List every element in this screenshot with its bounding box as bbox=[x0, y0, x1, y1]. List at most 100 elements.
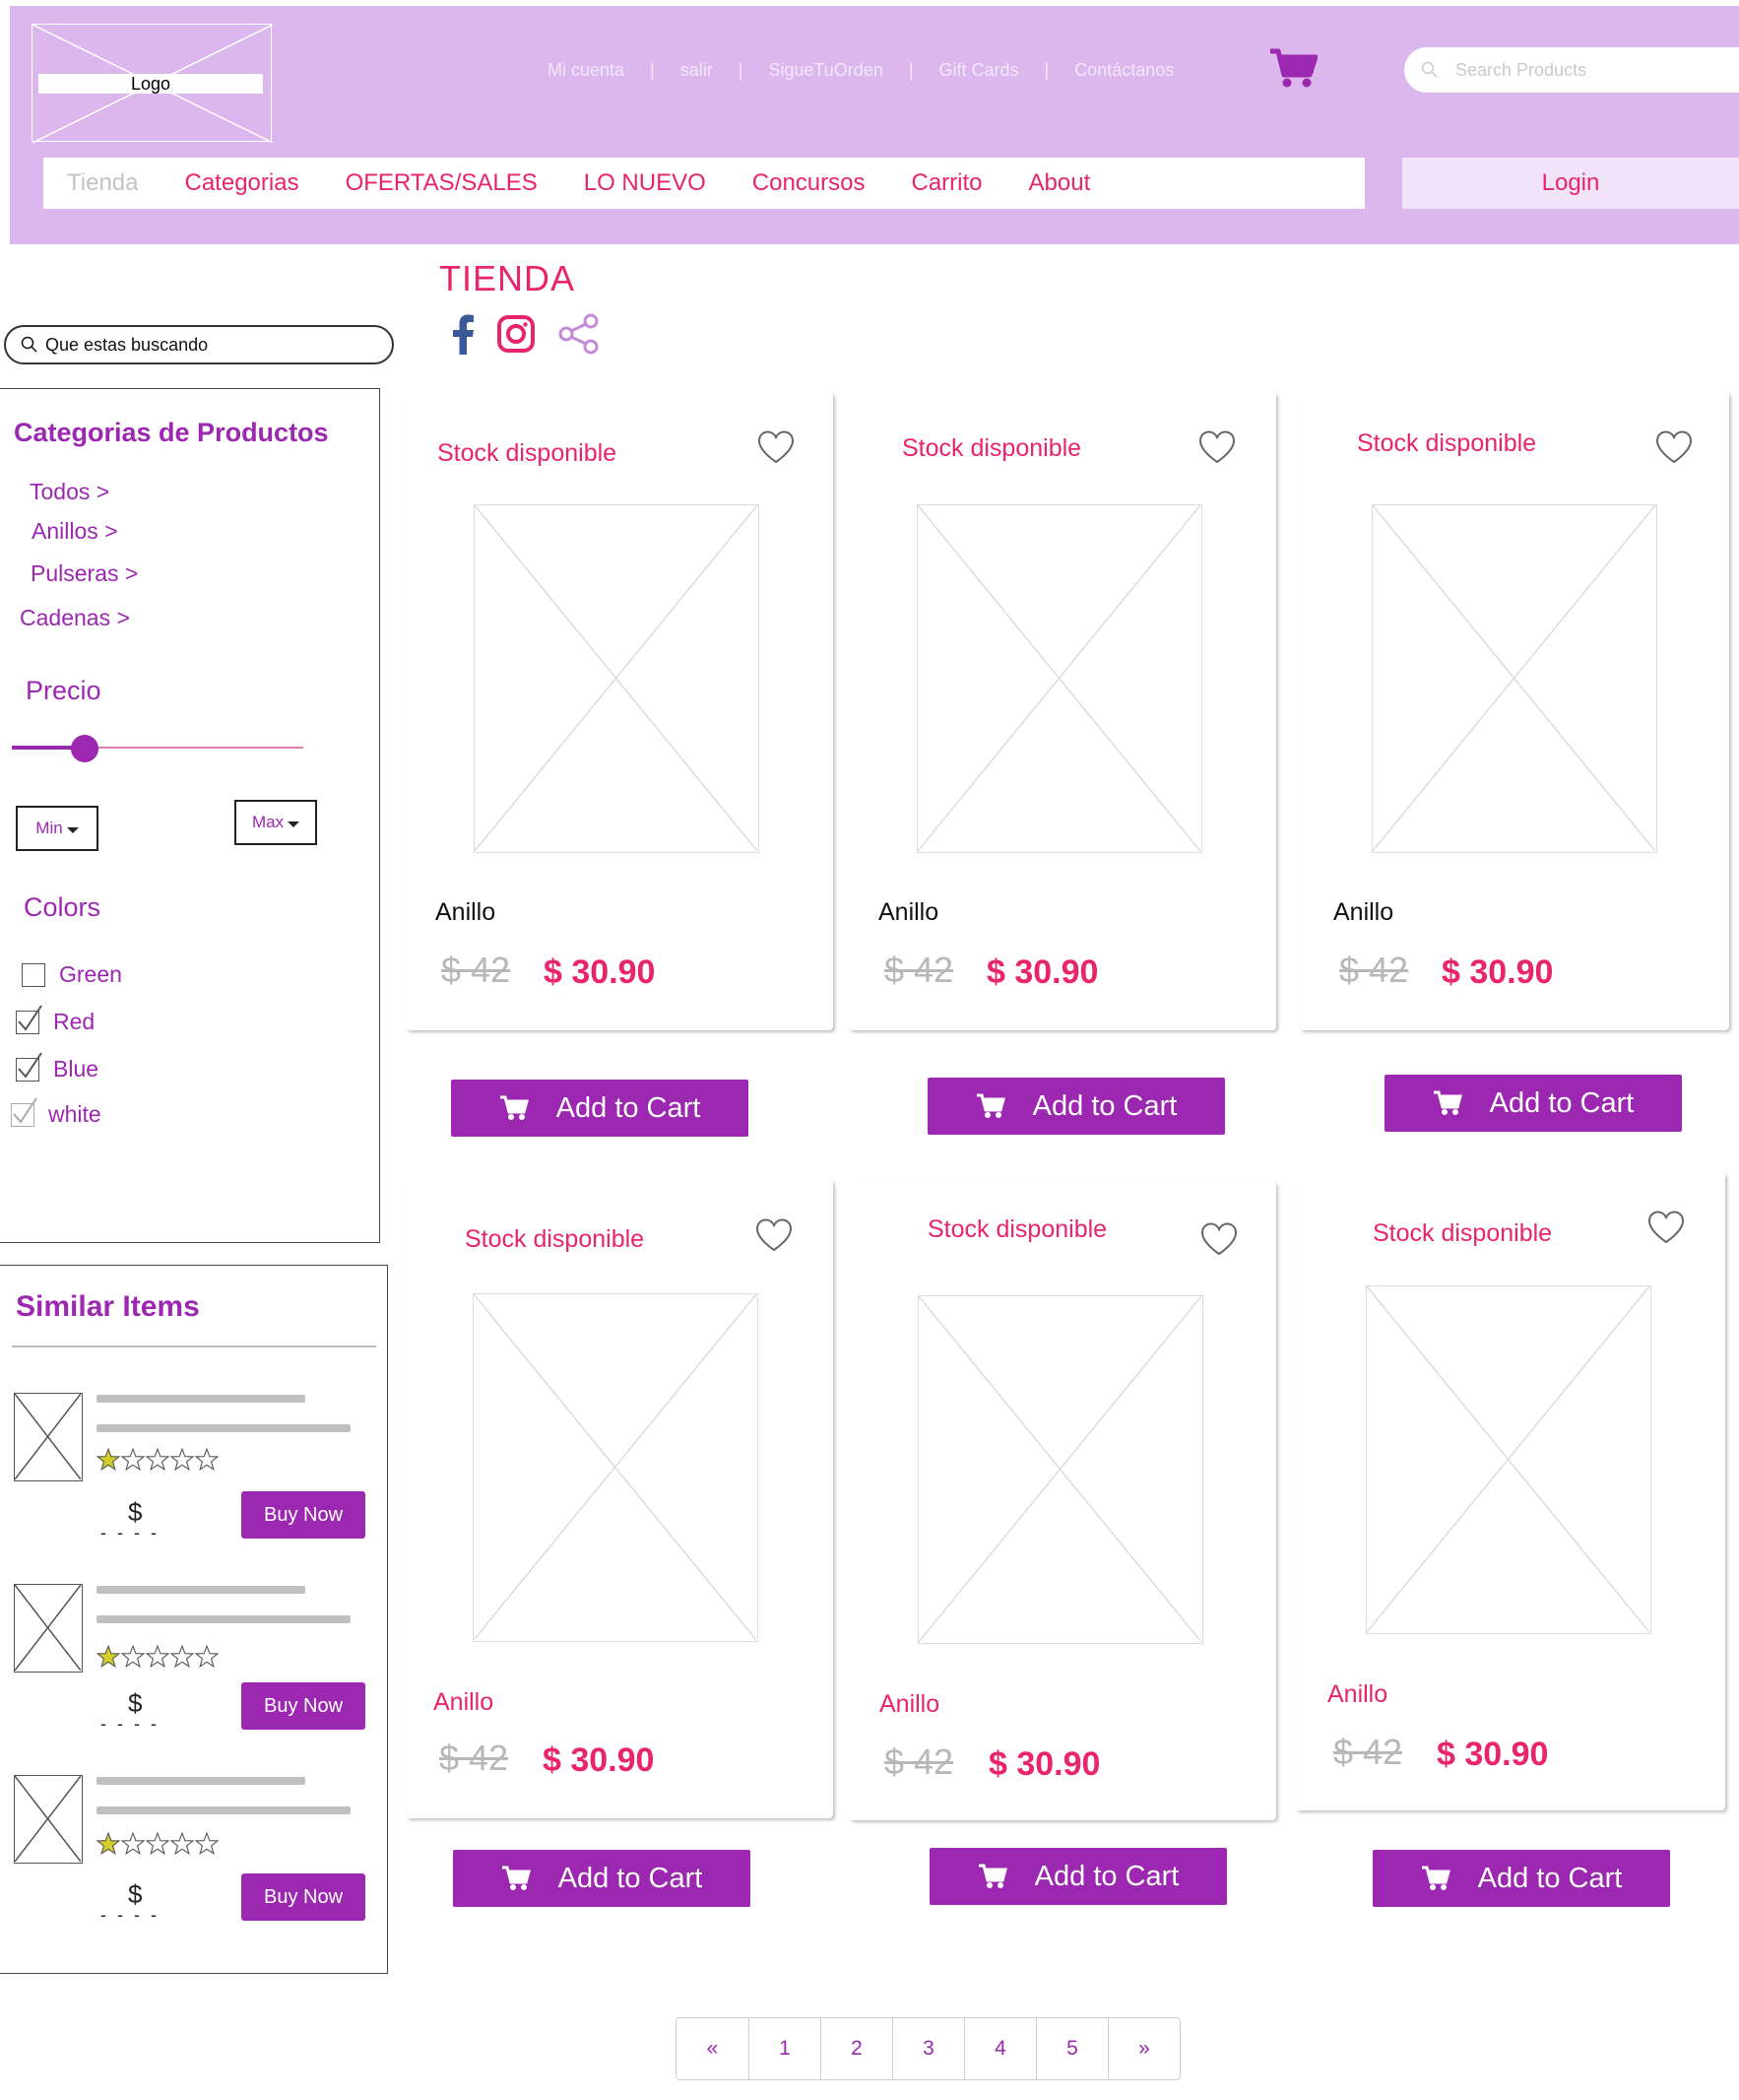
color-option-red[interactable]: Red bbox=[16, 1004, 95, 1035]
category-cadenas[interactable]: Cadenas > bbox=[20, 605, 130, 631]
add-to-cart-button[interactable]: Add to Cart bbox=[930, 1848, 1227, 1905]
add-to-cart-button[interactable]: Add to Cart bbox=[928, 1078, 1225, 1135]
heart-icon[interactable] bbox=[1646, 1210, 1686, 1245]
max-price-dropdown[interactable]: Max bbox=[234, 800, 317, 845]
share-icon[interactable] bbox=[557, 313, 601, 355]
rating-stars bbox=[96, 1447, 220, 1477]
checkbox[interactable] bbox=[22, 962, 45, 987]
add-to-cart-label: Add to Cart bbox=[1032, 1089, 1178, 1122]
add-to-cart-button[interactable]: Add to Cart bbox=[1385, 1075, 1682, 1132]
product-image[interactable] bbox=[1372, 504, 1657, 853]
pagination-page-2[interactable]: 2 bbox=[820, 2018, 892, 2079]
link-contactanos[interactable]: Contáctanos bbox=[1074, 60, 1174, 81]
color-option-white[interactable]: white bbox=[11, 1096, 101, 1128]
pagination-page-1[interactable]: 1 bbox=[748, 2018, 820, 2079]
heart-icon[interactable] bbox=[754, 1217, 794, 1253]
product-image[interactable] bbox=[918, 1295, 1203, 1644]
header-cart-button[interactable] bbox=[1268, 47, 1319, 94]
product-name: Anillo bbox=[878, 898, 939, 926]
link-salir[interactable]: salir bbox=[680, 60, 713, 81]
link-sigue-tu-orden[interactable]: SigueTuOrden bbox=[768, 60, 882, 81]
min-price-dropdown[interactable]: Min bbox=[16, 806, 98, 851]
pagination-first[interactable]: « bbox=[676, 2018, 748, 2079]
product-price: $ 30.90 bbox=[1442, 953, 1554, 991]
color-option-green[interactable]: Green bbox=[22, 961, 122, 988]
product-price: $ 30.90 bbox=[989, 1745, 1101, 1783]
nav-concursos[interactable]: Concursos bbox=[752, 169, 866, 197]
max-price-label: Max bbox=[251, 813, 285, 831]
heart-icon[interactable] bbox=[1199, 1221, 1239, 1257]
add-to-cart-button[interactable]: Add to Cart bbox=[451, 1080, 748, 1137]
product-image[interactable] bbox=[917, 504, 1202, 853]
price-placeholder: - - - - bbox=[100, 1714, 160, 1734]
category-pulseras[interactable]: Pulseras > bbox=[31, 560, 138, 587]
image-placeholder-icon bbox=[1366, 1285, 1650, 1633]
category-anillos[interactable]: Anillos > bbox=[32, 518, 118, 545]
rating-stars bbox=[96, 1644, 220, 1673]
buy-now-button[interactable]: Buy Now bbox=[241, 1873, 365, 1921]
check-icon bbox=[18, 1051, 42, 1079]
heart-icon[interactable] bbox=[1654, 429, 1694, 465]
image-placeholder-icon bbox=[473, 1293, 757, 1641]
star-icon bbox=[120, 1447, 146, 1472]
product-image[interactable] bbox=[474, 504, 759, 853]
nav-tienda[interactable]: Tienda bbox=[67, 169, 139, 197]
product-name: Anillo bbox=[433, 1688, 494, 1716]
link-separator: | bbox=[1044, 59, 1050, 80]
add-to-cart-label: Add to Cart bbox=[557, 1862, 703, 1894]
pagination-page-4[interactable]: 4 bbox=[964, 2018, 1036, 2079]
sidebar-search-input[interactable]: Que estas buscando bbox=[4, 325, 394, 364]
pagination-page-5[interactable]: 5 bbox=[1036, 2018, 1108, 2079]
category-todos[interactable]: Todos > bbox=[30, 479, 109, 505]
add-to-cart-button[interactable]: Add to Cart bbox=[1373, 1850, 1670, 1907]
checkbox[interactable] bbox=[11, 1096, 37, 1127]
product-name: Anillo bbox=[1333, 898, 1394, 926]
similar-item-thumbnail[interactable] bbox=[14, 1393, 83, 1481]
product-price: $ 30.90 bbox=[987, 953, 1099, 991]
color-label: Blue bbox=[53, 1056, 99, 1082]
color-label: Green bbox=[59, 961, 122, 987]
stock-label: Stock disponible bbox=[902, 434, 1082, 462]
add-to-cart-label: Add to Cart bbox=[1477, 1862, 1623, 1894]
login-button[interactable]: Login bbox=[1402, 158, 1739, 209]
search-icon bbox=[21, 336, 37, 353]
image-placeholder-icon bbox=[918, 1295, 1202, 1643]
pagination-page-3[interactable]: 3 bbox=[892, 2018, 964, 2079]
image-placeholder-icon bbox=[1372, 504, 1656, 852]
link-gift-cards[interactable]: Gift Cards bbox=[939, 60, 1019, 81]
heart-icon[interactable] bbox=[756, 429, 796, 465]
product-old-price: $ 42 bbox=[884, 1741, 954, 1782]
stock-label: Stock disponible bbox=[1373, 1219, 1553, 1247]
similar-item-thumbnail[interactable] bbox=[14, 1584, 83, 1673]
product-price: $ 30.90 bbox=[543, 1741, 655, 1779]
add-to-cart-button[interactable]: Add to Cart bbox=[453, 1850, 750, 1907]
star-icon bbox=[194, 1644, 220, 1669]
pagination-last[interactable]: » bbox=[1108, 2018, 1180, 2079]
product-image[interactable] bbox=[1366, 1285, 1651, 1634]
nav-about[interactable]: About bbox=[1029, 169, 1091, 197]
checkbox[interactable] bbox=[16, 1051, 42, 1082]
heart-icon[interactable] bbox=[1197, 429, 1237, 465]
nav-lo-nuevo[interactable]: LO NUEVO bbox=[584, 169, 706, 197]
buy-now-button[interactable]: Buy Now bbox=[241, 1682, 365, 1730]
product-name: Anillo bbox=[1327, 1680, 1388, 1708]
nav-categorias[interactable]: Categorias bbox=[185, 169, 299, 197]
facebook-icon[interactable] bbox=[451, 313, 475, 355]
nav-ofertas[interactable]: OFERTAS/SALES bbox=[346, 169, 538, 197]
instagram-icon[interactable] bbox=[496, 314, 536, 354]
buy-now-button[interactable]: Buy Now bbox=[241, 1491, 365, 1539]
checkbox[interactable] bbox=[16, 1004, 42, 1034]
similar-item-thumbnail[interactable] bbox=[14, 1775, 83, 1864]
star-icon bbox=[145, 1447, 170, 1472]
logo[interactable]: Logo bbox=[32, 24, 273, 143]
product-old-price: $ 42 bbox=[441, 950, 511, 990]
nav-carrito[interactable]: Carrito bbox=[912, 169, 983, 197]
add-to-cart-label: Add to Cart bbox=[1489, 1086, 1635, 1119]
price-slider-handle[interactable] bbox=[71, 735, 98, 762]
product-image[interactable] bbox=[473, 1293, 758, 1642]
color-option-blue[interactable]: Blue bbox=[16, 1051, 99, 1083]
header-search-input[interactable]: Search Products bbox=[1404, 47, 1739, 93]
cart-icon bbox=[976, 1093, 1005, 1118]
add-to-cart-label: Add to Cart bbox=[555, 1091, 701, 1124]
link-mi-cuenta[interactable]: Mi cuenta bbox=[547, 60, 624, 81]
